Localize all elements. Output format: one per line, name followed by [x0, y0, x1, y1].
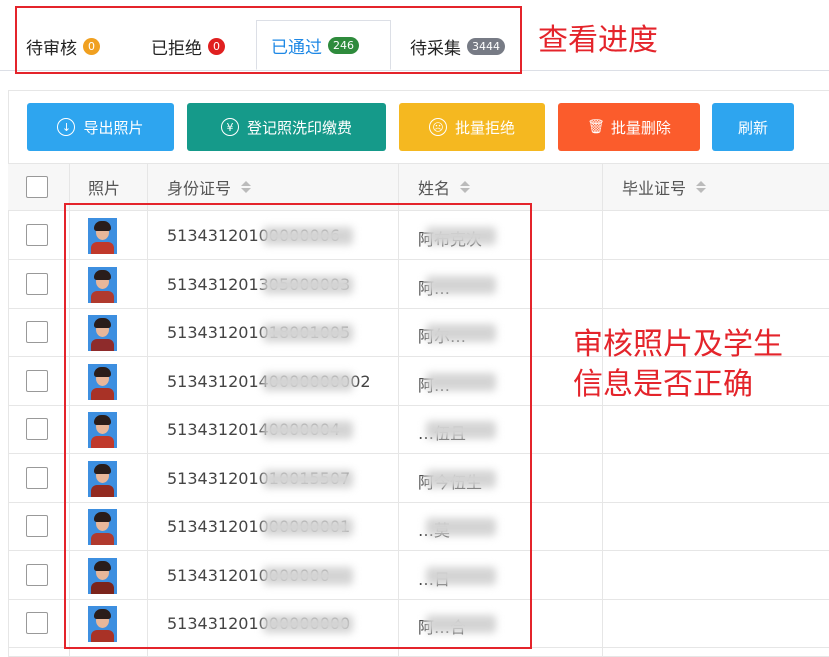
row-checkbox[interactable] [26, 515, 48, 537]
row-checkbox[interactable] [26, 563, 48, 586]
button-label: 刷新 [737, 118, 768, 137]
download-icon: ↓ [57, 118, 76, 136]
annotation-box-tabs [15, 6, 522, 74]
row-checkbox[interactable] [26, 612, 48, 634]
button-label: 批量删除 [610, 118, 671, 137]
button-label: 导出照片 [83, 118, 144, 137]
column-label: 毕业证号 [622, 179, 687, 198]
row-checkbox[interactable] [26, 321, 48, 343]
button-label: 批量拒绝 [454, 118, 515, 137]
annotation-progress: 查看进度 [538, 23, 658, 58]
export-photos-button[interactable]: ↓ 导出照片 [27, 103, 174, 151]
row-checkbox[interactable] [26, 369, 48, 392]
column-label: 照片 [88, 179, 121, 198]
yen-icon: ¥ [220, 118, 239, 136]
sort-icon[interactable] [241, 181, 252, 193]
button-label: 登记照洗印缴费 [246, 118, 352, 137]
trash-icon: 🗑 [587, 119, 605, 135]
column-label: 姓名 [418, 179, 451, 198]
batch-delete-button[interactable]: 🗑 批量删除 [558, 103, 700, 151]
select-all-checkbox[interactable] [26, 176, 48, 198]
annotation-box-rows [64, 203, 532, 649]
column-certificate[interactable]: 毕业证号 [622, 164, 707, 210]
row-checkbox[interactable] [26, 466, 48, 489]
sort-icon[interactable] [696, 181, 707, 193]
annotation-check-line2: 信息是否正确 [573, 367, 753, 402]
row-checkbox[interactable] [26, 272, 48, 295]
register-print-fee-button[interactable]: ¥ 登记照洗印缴费 [187, 103, 386, 151]
batch-reject-button[interactable]: ☹ 批量拒绝 [399, 103, 545, 151]
sad-face-icon: ☹ [428, 118, 447, 136]
row-checkbox[interactable] [26, 418, 48, 440]
sort-icon[interactable] [460, 181, 471, 193]
row-checkbox[interactable] [26, 224, 48, 246]
column-label: 身份证号 [167, 179, 232, 198]
refresh-button[interactable]: 刷新 [712, 103, 794, 151]
annotation-check-line1: 审核照片及学生 [573, 327, 783, 362]
